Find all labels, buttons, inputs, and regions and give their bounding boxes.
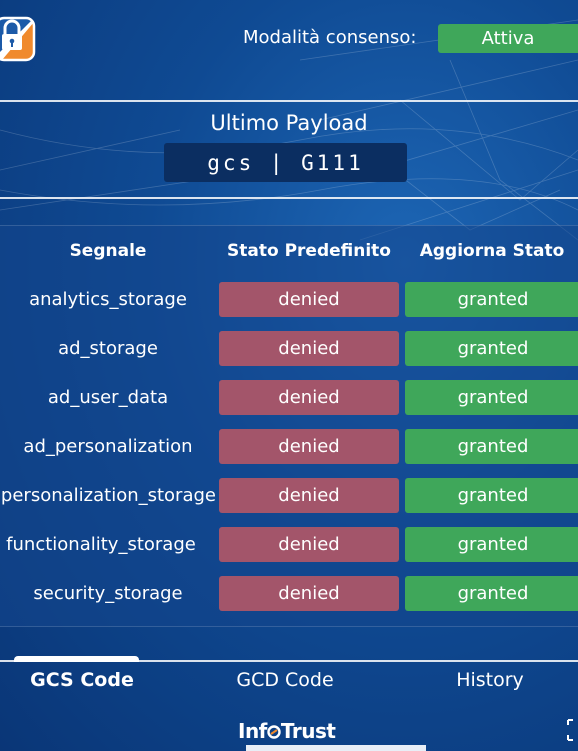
- update-state-badge: granted: [405, 576, 578, 611]
- column-header-update-state: Aggiorna Stato: [419, 241, 565, 261]
- default-state-badge: denied: [219, 478, 399, 513]
- infotrust-logo: Inf Trust: [238, 719, 336, 743]
- signal-label-security-storage: security_storage: [33, 583, 183, 604]
- column-header-signal: Segnale: [69, 241, 147, 261]
- divider: [0, 197, 578, 199]
- update-state-badge: granted: [405, 380, 578, 415]
- tab-history[interactable]: History: [420, 669, 560, 691]
- payload-value: gcs | G111: [164, 143, 407, 182]
- default-state-badge: denied: [219, 576, 399, 611]
- payload-title: Ultimo Payload: [210, 111, 368, 135]
- signal-label-ad-personalization: ad_personalization: [23, 436, 193, 457]
- default-state-badge: denied: [219, 429, 399, 464]
- update-state-badge: granted: [405, 478, 578, 513]
- brand-prefix: Inf: [238, 719, 267, 743]
- footer-strip: [246, 745, 426, 751]
- expand-icon[interactable]: [566, 718, 578, 742]
- default-state-badge: denied: [219, 282, 399, 317]
- signal-label-ad-user-data: ad_user_data: [47, 387, 169, 408]
- signal-label-personalization-storage: personalization_storage: [0, 485, 216, 506]
- tab-gcs-code[interactable]: GCS Code: [12, 669, 152, 691]
- signal-label-ad-storage: ad_storage: [58, 338, 158, 359]
- update-state-badge: granted: [405, 527, 578, 562]
- update-state-badge: granted: [405, 429, 578, 464]
- brand-o-icon: [267, 725, 281, 739]
- default-state-badge: denied: [219, 380, 399, 415]
- consent-status-button[interactable]: Attiva: [438, 24, 578, 53]
- divider: [0, 100, 578, 102]
- lock-shield-icon: [0, 16, 36, 62]
- tab-bar-divider: [0, 660, 578, 662]
- update-state-badge: granted: [405, 331, 578, 366]
- default-state-badge: denied: [219, 331, 399, 366]
- brand-suffix: Trust: [280, 719, 336, 743]
- update-state-badge: granted: [405, 282, 578, 317]
- column-header-default-state: Stato Predefinito: [227, 241, 391, 261]
- signal-label-text: personalization_storage: [0, 485, 216, 506]
- signal-label-functionality-storage: functionality_storage: [6, 534, 196, 555]
- signal-label-analytics-storage: analytics_storage: [29, 289, 187, 310]
- default-state-badge: denied: [219, 527, 399, 562]
- tab-gcd-code[interactable]: GCD Code: [205, 669, 365, 691]
- consent-mode-label: Modalità consenso:: [243, 27, 417, 48]
